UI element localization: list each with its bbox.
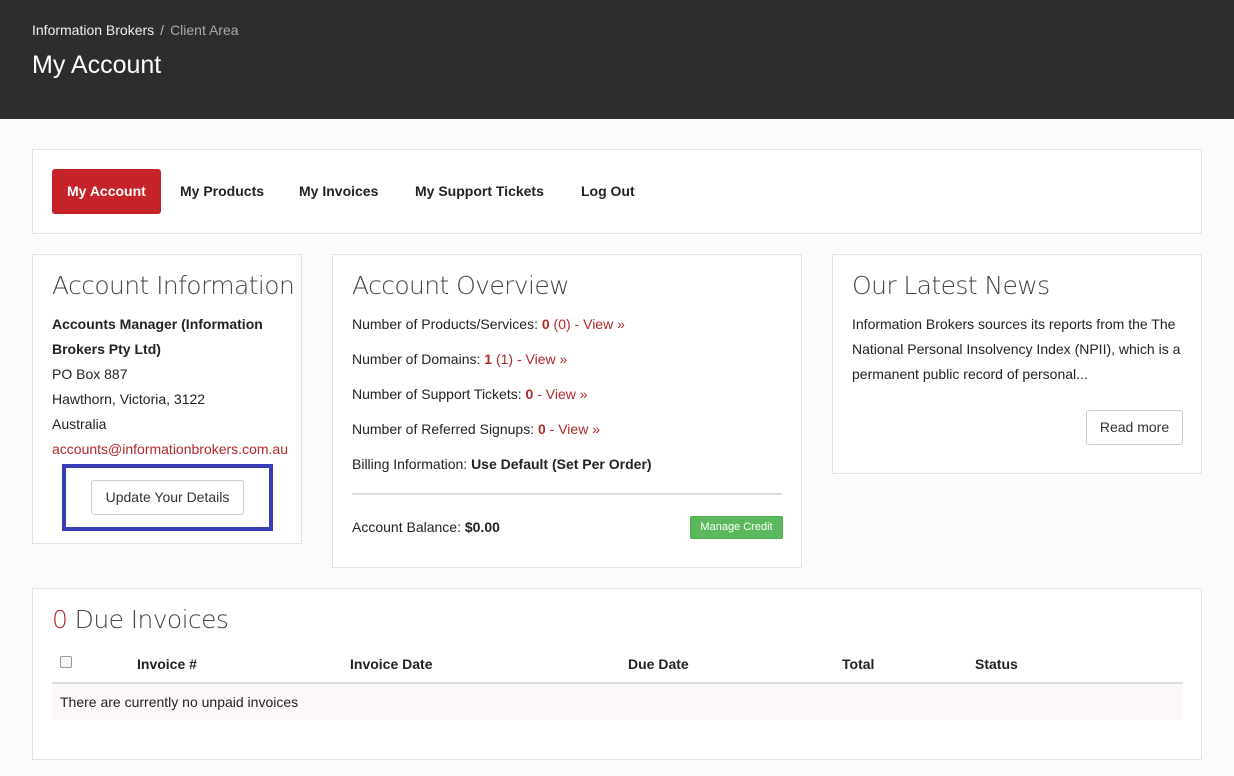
update-your-details-button[interactable]: Update Your Details xyxy=(91,480,244,515)
tab-log-out[interactable]: Log Out xyxy=(581,169,635,214)
referred-signups-row: Number of Referred Signups: 0 - View » xyxy=(352,421,600,437)
domains-count: 1 xyxy=(484,351,493,367)
domains-label: Number of Domains: xyxy=(352,351,481,367)
account-balance-row: Account Balance: $0.00 xyxy=(352,519,500,535)
due-invoices-title: 0 Due Invoices xyxy=(52,605,229,634)
column-invoice-date[interactable]: Invoice Date xyxy=(350,656,432,672)
select-all-checkbox[interactable] xyxy=(60,656,72,668)
breadcrumb: Information Brokers / Client Area xyxy=(32,22,239,38)
manage-credit-button[interactable]: Manage Credit xyxy=(690,516,783,539)
domains-row: Number of Domains: 1 (1) - View » xyxy=(352,351,567,367)
address-line1: PO Box 887 xyxy=(52,366,128,382)
tab-my-products[interactable]: My Products xyxy=(180,169,264,214)
tickets-count: 0 xyxy=(525,386,534,402)
support-tickets-row: Number of Support Tickets: 0 - View » xyxy=(352,386,588,402)
latest-news-title: Our Latest News xyxy=(852,271,1050,300)
read-more-button[interactable]: Read more xyxy=(1086,410,1183,445)
latest-news-panel: Our Latest News Information Brokers sour… xyxy=(832,254,1202,474)
account-information-panel: Account Information Accounts Manager (In… xyxy=(32,254,302,544)
account-email-link[interactable]: accounts@informationbrokers.com.au xyxy=(52,441,288,457)
domains-sub-count: (1) xyxy=(495,351,514,367)
breadcrumb-home-link[interactable]: Information Brokers xyxy=(32,22,154,38)
billing-label: Billing Information: xyxy=(352,456,468,472)
news-text-line1: Information Brokers sources its reports … xyxy=(852,316,1176,332)
column-total[interactable]: Total xyxy=(842,656,874,672)
domains-view-link[interactable]: - View » xyxy=(517,351,567,367)
products-label: Number of Products/Services: xyxy=(352,316,538,332)
overview-divider xyxy=(352,493,782,495)
balance-value: $0.00 xyxy=(464,519,500,535)
products-count: 0 xyxy=(541,316,550,332)
column-due-date[interactable]: Due Date xyxy=(628,656,689,672)
account-name-line2: Brokers Pty Ltd) xyxy=(52,341,161,357)
column-invoice-number[interactable]: Invoice # xyxy=(137,656,197,672)
news-text-line3: permanent public record of personal... xyxy=(852,366,1088,382)
referred-label: Number of Referred Signups: xyxy=(352,421,535,437)
news-text-line2: National Personal Insolvency Index (NPII… xyxy=(852,341,1181,357)
balance-label: Account Balance: xyxy=(352,519,461,535)
breadcrumb-current: Client Area xyxy=(170,22,239,38)
tickets-view-link[interactable]: - View » xyxy=(537,386,587,402)
tickets-label: Number of Support Tickets: xyxy=(352,386,522,402)
account-information-title: Account Information xyxy=(52,271,295,300)
referred-count: 0 xyxy=(537,421,546,437)
account-overview-title: Account Overview xyxy=(352,271,570,300)
account-nav: My Account My Products My Invoices My Su… xyxy=(32,149,1202,234)
address-country: Australia xyxy=(52,416,107,432)
tab-my-account[interactable]: My Account xyxy=(52,169,161,214)
products-services-row: Number of Products/Services: 0 (0) - Vie… xyxy=(352,316,625,332)
products-view-link[interactable]: - View » xyxy=(575,316,625,332)
due-invoices-panel: 0 Due Invoices xyxy=(32,588,1202,760)
page-title: My Account xyxy=(32,51,162,79)
billing-information-row: Billing Information: Use Default (Set Pe… xyxy=(352,456,652,472)
account-name-line1: Accounts Manager (Information xyxy=(52,316,263,332)
tab-my-invoices[interactable]: My Invoices xyxy=(299,169,378,214)
billing-value: Use Default (Set Per Order) xyxy=(471,456,652,472)
page-header: Information Brokers / Client Area My Accou… xyxy=(0,0,1234,119)
account-overview-panel: Account Overview Number of Products/Serv… xyxy=(332,254,802,568)
address-line2: Hawthorn, Victoria, 3122 xyxy=(52,391,206,407)
tab-my-support-tickets[interactable]: My Support Tickets xyxy=(415,169,544,214)
column-status[interactable]: Status xyxy=(975,656,1018,672)
breadcrumb-separator: / xyxy=(160,22,165,38)
empty-invoices-row: There are currently no unpaid invoices xyxy=(52,684,1183,720)
due-invoices-label: Due Invoices xyxy=(74,605,229,634)
products-sub-count: (0) xyxy=(553,316,571,332)
due-invoices-count: 0 xyxy=(52,605,68,634)
referred-view-link[interactable]: - View » xyxy=(550,421,600,437)
